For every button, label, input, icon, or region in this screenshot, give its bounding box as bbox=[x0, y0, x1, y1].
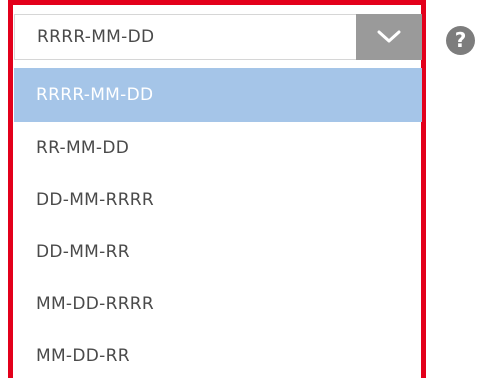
date-format-select[interactable]: RRRR-MM-DD bbox=[14, 14, 422, 60]
option-item[interactable]: RRRR-MM-DD bbox=[14, 68, 422, 122]
option-item[interactable]: RR-MM-DD bbox=[14, 122, 422, 174]
select-current-value: RRRR-MM-DD bbox=[37, 27, 155, 47]
option-item[interactable]: MM-DD-RRRR bbox=[14, 278, 422, 330]
help-icon[interactable]: ? bbox=[446, 26, 475, 55]
date-format-picker: RRRR-MM-DD RRRR-MM-DD RR-MM-DD DD-MM-RRR… bbox=[0, 0, 483, 378]
date-format-options-list: RRRR-MM-DD RR-MM-DD DD-MM-RRRR DD-MM-RR … bbox=[14, 68, 422, 378]
option-item[interactable]: DD-MM-RR bbox=[14, 226, 422, 278]
chevron-down-icon bbox=[377, 30, 401, 43]
dropdown-toggle-button[interactable] bbox=[356, 14, 422, 60]
option-item[interactable]: MM-DD-RR bbox=[14, 330, 422, 378]
option-item[interactable]: DD-MM-RRRR bbox=[14, 174, 422, 226]
